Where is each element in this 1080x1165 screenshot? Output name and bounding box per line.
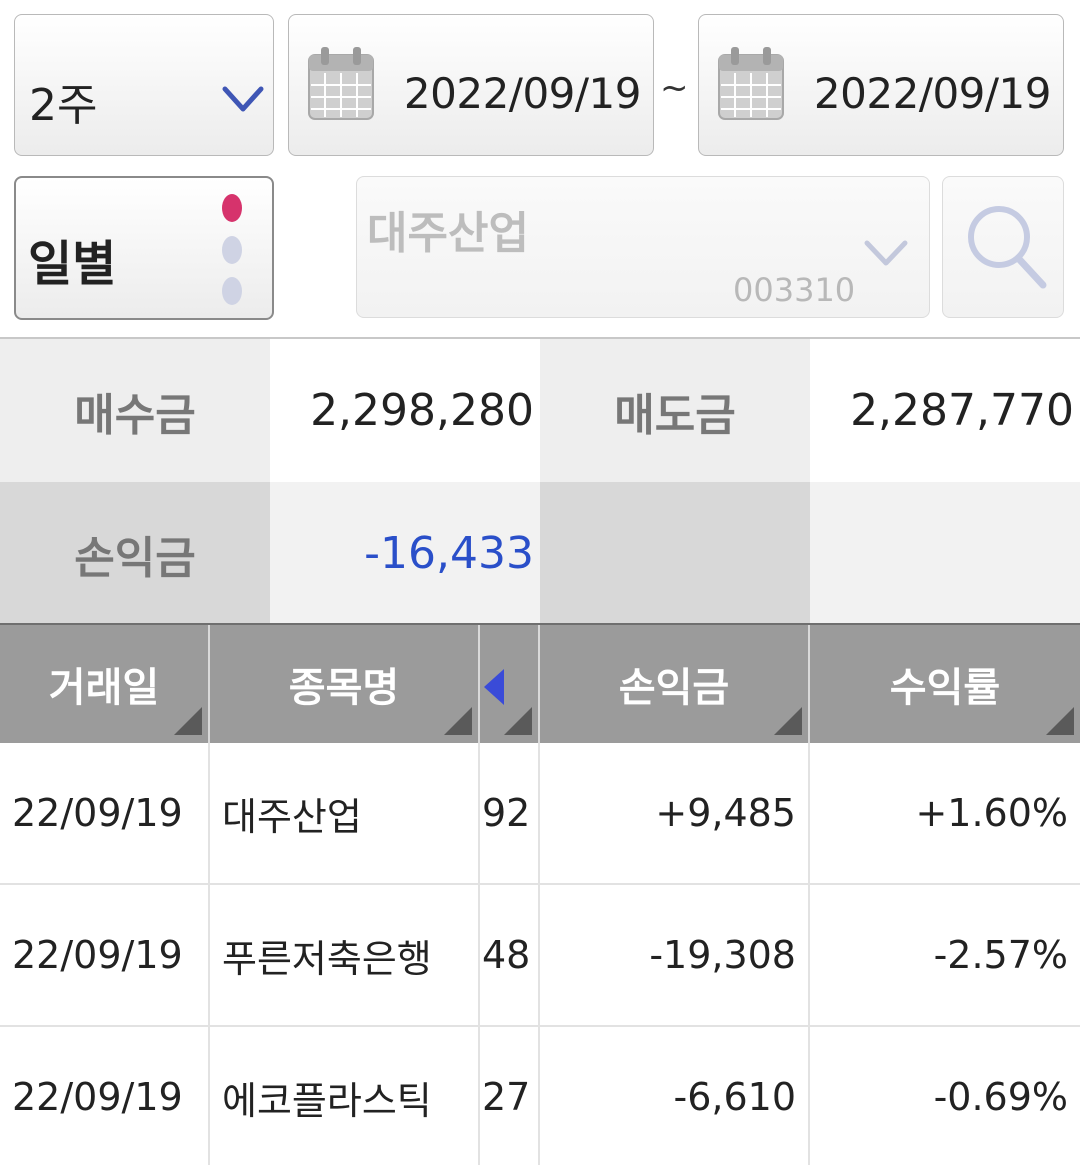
period-label: 2주: [29, 80, 98, 131]
chevron-down-icon: [864, 240, 908, 266]
header-label: 손익금: [618, 665, 730, 711]
search-icon: [968, 206, 1047, 289]
date-from-button[interactable]: 2022/09/19: [288, 14, 654, 156]
cell-return-rate: +1.60%: [915, 791, 1068, 835]
sell-amount-label: 매도금: [540, 339, 810, 482]
cell-quantity: 48: [480, 885, 540, 1025]
sort-corner-icon: [774, 707, 802, 735]
date-to-text: 2022/09/19: [813, 69, 1052, 118]
mode-indicator-dot: [222, 236, 242, 264]
cell-profit-loss: +9,485: [540, 743, 810, 883]
cell-return-rate: -2.57%: [933, 933, 1068, 977]
buy-amount-label: 매수금: [0, 339, 270, 482]
cell-stock-name: 대주산업: [210, 743, 480, 883]
cell-trade-date: 22/09/19: [0, 1027, 210, 1165]
mode-indicator-dot: [222, 277, 242, 305]
cell-stock-name: 에코플라스틱: [210, 1027, 480, 1165]
cell-profit-loss: -19,308: [540, 885, 810, 1025]
sort-corner-icon: [174, 707, 202, 735]
chevron-down-icon: [222, 86, 264, 112]
cell-stock-name: 푸른저축은행: [210, 885, 480, 1025]
cell-trade-date: 22/09/19: [0, 743, 210, 883]
date-to-button[interactable]: 2022/09/19: [698, 14, 1064, 156]
header-trade-date[interactable]: 거래일: [0, 625, 210, 743]
header-return-rate[interactable]: 수익률: [810, 625, 1080, 743]
header-label: 거래일: [48, 665, 160, 711]
cell-quantity: 27: [480, 1027, 540, 1165]
profit-loss-value: -16,433: [270, 482, 540, 625]
mode-indicator-dot-active: [222, 194, 242, 222]
table-header: 거래일 종목명 손익금 수익률: [0, 623, 1080, 743]
cell-quantity: 92: [480, 743, 540, 883]
stock-name: 대주산업: [367, 208, 529, 259]
table-row[interactable]: 22/09/19 대주산업 92 +9,485 +1.60%: [0, 743, 1080, 885]
header-scroll-left[interactable]: [480, 625, 540, 743]
scroll-left-icon: [484, 669, 504, 705]
header-profit-loss[interactable]: 손익금: [540, 625, 810, 743]
sell-amount-value: 2,287,770: [810, 339, 1080, 482]
calendar-icon: [718, 47, 784, 120]
header-stock-name[interactable]: 종목명: [210, 625, 480, 743]
header-label: 수익률: [889, 665, 1001, 711]
period-dropdown[interactable]: 2주: [14, 14, 274, 156]
search-button[interactable]: [942, 176, 1064, 318]
cell-profit-loss: -6,610: [540, 1027, 810, 1165]
stock-selector[interactable]: 대주산업 003310: [356, 176, 930, 318]
cell-trade-date: 22/09/19: [0, 885, 210, 1025]
cell-return-rate: -0.69%: [933, 1075, 1068, 1119]
sort-corner-icon: [504, 707, 532, 735]
date-separator: ~: [660, 68, 689, 108]
calendar-icon: [308, 47, 374, 120]
empty-value-cell: [810, 482, 1080, 625]
view-mode-label: 일별: [28, 236, 117, 292]
sort-corner-icon: [1046, 707, 1074, 735]
summary-panel: 매수금 2,298,280 매도금 2,287,770 손익금 -16,433: [0, 337, 1080, 625]
table-row[interactable]: 22/09/19 에코플라스틱 27 -6,610 -0.69%: [0, 1027, 1080, 1165]
empty-label-cell: [540, 482, 810, 625]
date-from-text: 2022/09/19: [403, 69, 642, 118]
table-row[interactable]: 22/09/19 푸른저축은행 48 -19,308 -2.57%: [0, 885, 1080, 1027]
buy-amount-value: 2,298,280: [270, 339, 540, 482]
header-label: 종목명: [288, 665, 400, 711]
profit-loss-label: 손익금: [0, 482, 270, 625]
stock-code: 003310: [733, 271, 856, 309]
sort-corner-icon: [444, 707, 472, 735]
